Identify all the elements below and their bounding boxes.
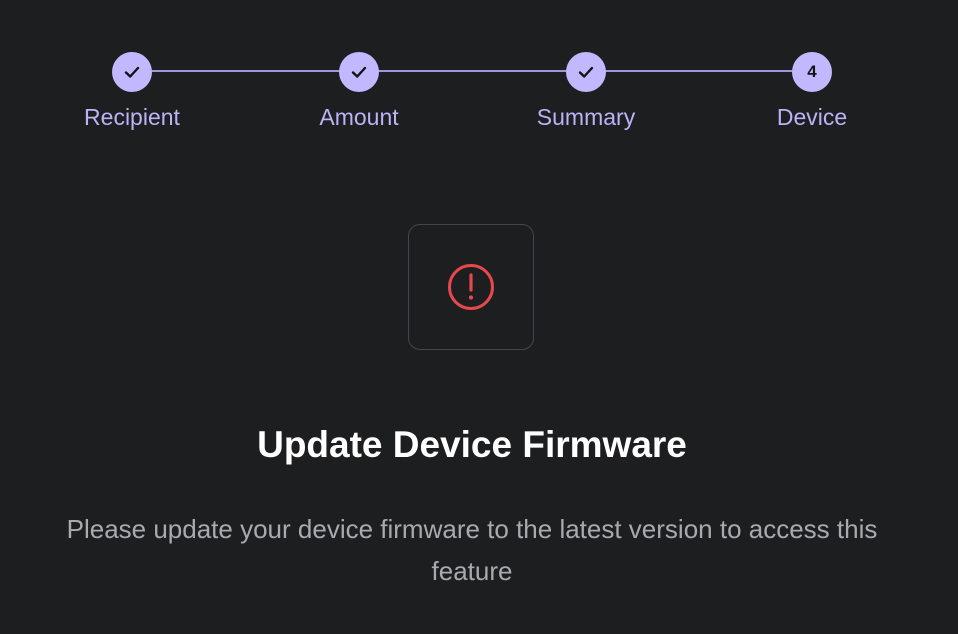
check-icon	[578, 66, 594, 78]
step-label: Summary	[536, 104, 636, 130]
step-device: 4 Device	[732, 52, 892, 131]
step-label: Recipient	[84, 104, 180, 130]
description-text: Please update your device firmware to th…	[66, 514, 878, 586]
step-label: Amount	[319, 104, 399, 130]
progress-stepper: Recipient Amount Summary 4 Device	[0, 0, 958, 150]
step-label: Device	[776, 104, 848, 130]
step-complete-marker	[112, 52, 152, 92]
step-recipient: Recipient	[52, 52, 212, 131]
check-icon	[351, 66, 367, 78]
check-icon	[124, 66, 140, 78]
stepper-connector	[132, 70, 812, 72]
step-amount: Amount	[279, 52, 439, 131]
status-icon-container	[408, 224, 534, 350]
step-complete-marker	[339, 52, 379, 92]
page-title: Update Device Firmware	[257, 424, 687, 465]
step-complete-marker	[566, 52, 606, 92]
error-circle-icon	[448, 264, 494, 310]
step-summary: Summary	[506, 52, 666, 131]
step-number-marker: 4	[792, 52, 832, 92]
